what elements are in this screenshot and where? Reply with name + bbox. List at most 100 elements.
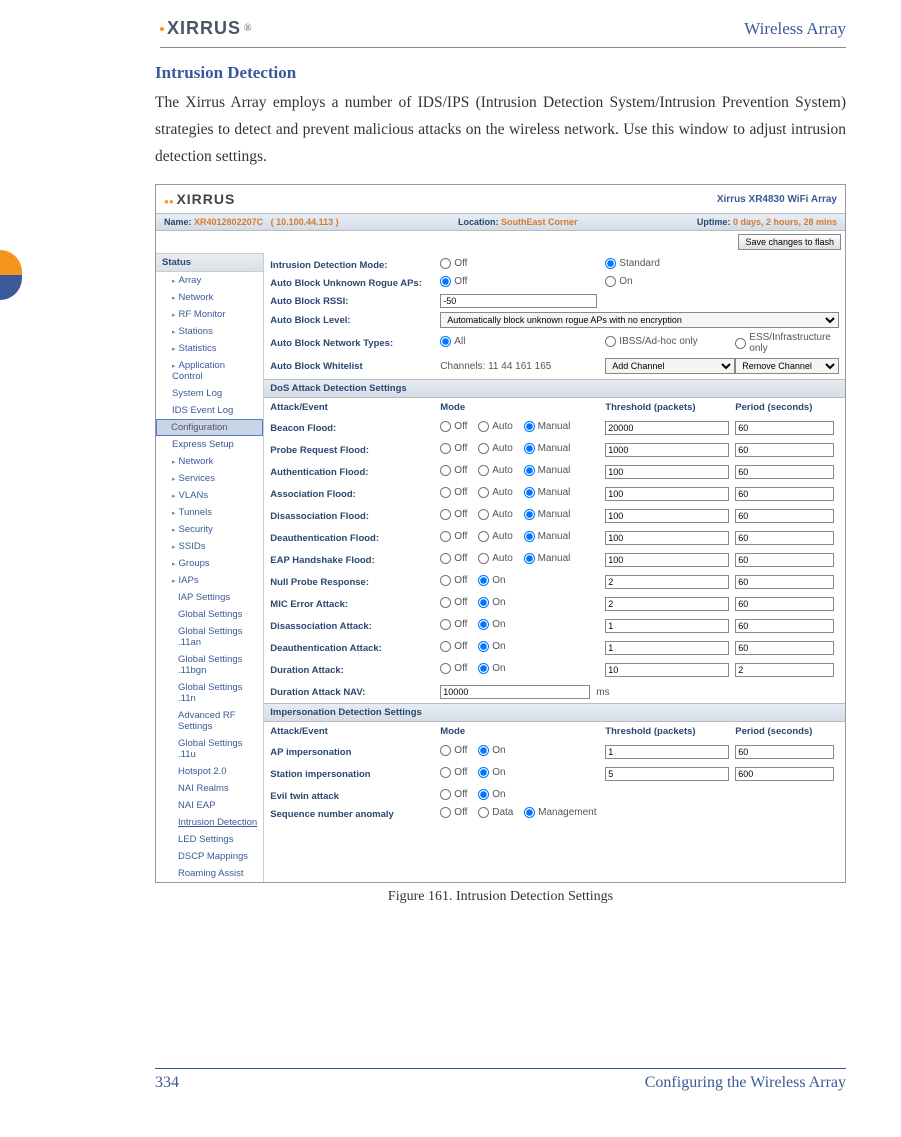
dos-auto[interactable]: Auto — [478, 531, 513, 542]
imp-period-input[interactable] — [735, 767, 834, 781]
dos-off[interactable]: Off — [440, 597, 467, 608]
dos-period-input[interactable] — [735, 641, 834, 655]
dos-off[interactable]: Off — [440, 509, 467, 520]
dos-threshold-input[interactable] — [605, 575, 729, 589]
sidebar-item[interactable]: RF Monitor — [156, 306, 263, 323]
sidebar-subitem[interactable]: Roaming Assist — [156, 865, 263, 882]
dos-off[interactable]: Off — [440, 421, 467, 432]
dos-off[interactable]: Off — [440, 531, 467, 542]
dos-threshold-input[interactable] — [605, 619, 729, 633]
dos-threshold-input[interactable] — [605, 421, 729, 435]
imp-off[interactable]: Off — [440, 767, 467, 778]
dos-auto[interactable]: Auto — [478, 553, 513, 564]
dos-on[interactable]: On — [478, 619, 505, 630]
sidebar-item[interactable]: Application Control — [156, 357, 263, 385]
sidebar-item[interactable]: System Log — [156, 385, 263, 402]
imp-on[interactable]: On — [478, 767, 505, 778]
dos-manual[interactable]: Manual — [524, 465, 571, 476]
sidebar-item[interactable]: Network — [156, 453, 263, 470]
dos-manual[interactable]: Manual — [524, 421, 571, 432]
seq-data[interactable]: Data — [478, 807, 513, 818]
dos-period-input[interactable] — [735, 509, 834, 523]
dos-on[interactable]: On — [478, 641, 505, 652]
sidebar-item[interactable]: IDS Event Log — [156, 402, 263, 419]
dos-threshold-input[interactable] — [605, 663, 729, 677]
sidebar-item[interactable]: Array — [156, 272, 263, 289]
dos-auto[interactable]: Auto — [478, 421, 513, 432]
dos-on[interactable]: On — [478, 575, 505, 586]
sidebar-item[interactable]: Express Setup — [156, 436, 263, 453]
sidebar-item[interactable]: VLANs — [156, 487, 263, 504]
dos-manual[interactable]: Manual — [524, 509, 571, 520]
dos-period-input[interactable] — [735, 597, 834, 611]
dos-threshold-input[interactable] — [605, 465, 729, 479]
sidebar-subitem[interactable]: Global Settings — [156, 606, 263, 623]
sidebar-subitem[interactable]: Global Settings .11u — [156, 735, 263, 763]
auto-block-off[interactable]: Off — [440, 276, 467, 287]
seq-mgmt[interactable]: Management — [524, 807, 596, 818]
dos-threshold-input[interactable] — [605, 531, 729, 545]
dos-period-input[interactable] — [735, 663, 834, 677]
dos-auto[interactable]: Auto — [478, 509, 513, 520]
ids-mode-off[interactable]: Off — [440, 258, 467, 269]
nav-input[interactable] — [440, 685, 590, 699]
net-all[interactable]: All — [440, 336, 465, 347]
dos-manual[interactable]: Manual — [524, 553, 571, 564]
net-ibss[interactable]: IBSS/Ad-hoc only — [605, 336, 697, 347]
save-button[interactable]: Save changes to flash — [738, 234, 841, 250]
sidebar-subitem[interactable]: Global Settings .11n — [156, 679, 263, 707]
dos-off[interactable]: Off — [440, 487, 467, 498]
sidebar-subitem[interactable]: DSCP Mappings — [156, 848, 263, 865]
net-ess[interactable]: ESS/Infrastructure only — [735, 332, 831, 354]
dos-threshold-input[interactable] — [605, 597, 729, 611]
sidebar-item[interactable]: Tunnels — [156, 504, 263, 521]
dos-on[interactable]: On — [478, 597, 505, 608]
sidebar-subitem[interactable]: Global Settings .11bgn — [156, 651, 263, 679]
dos-auto[interactable]: Auto — [478, 465, 513, 476]
dos-period-input[interactable] — [735, 421, 834, 435]
dos-off[interactable]: Off — [440, 663, 467, 674]
dos-on[interactable]: On — [478, 663, 505, 674]
dos-threshold-input[interactable] — [605, 641, 729, 655]
sidebar-subitem[interactable]: Global Settings .11an — [156, 623, 263, 651]
dos-off[interactable]: Off — [440, 575, 467, 586]
sidebar-item[interactable]: Stations — [156, 323, 263, 340]
dos-period-input[interactable] — [735, 487, 834, 501]
sidebar-item[interactable]: Security — [156, 521, 263, 538]
dos-threshold-input[interactable] — [605, 443, 729, 457]
sidebar-subitem[interactable]: LED Settings — [156, 831, 263, 848]
add-channel-select[interactable]: Add Channel — [605, 358, 735, 374]
imp-threshold-input[interactable] — [605, 745, 729, 759]
sidebar-subitem[interactable]: Advanced RF Settings — [156, 707, 263, 735]
remove-channel-select[interactable]: Remove Channel — [735, 358, 839, 374]
dos-period-input[interactable] — [735, 553, 834, 567]
imp-off[interactable]: Off — [440, 745, 467, 756]
evil-on[interactable]: On — [478, 789, 505, 800]
dos-manual[interactable]: Manual — [524, 443, 571, 454]
sidebar-item[interactable]: Statistics — [156, 340, 263, 357]
imp-period-input[interactable] — [735, 745, 834, 759]
dos-off[interactable]: Off — [440, 465, 467, 476]
evil-off[interactable]: Off — [440, 789, 467, 800]
dos-manual[interactable]: Manual — [524, 487, 571, 498]
sidebar-item[interactable]: SSIDs — [156, 538, 263, 555]
sidebar-subitem[interactable]: Hotspot 2.0 — [156, 763, 263, 780]
dos-auto[interactable]: Auto — [478, 443, 513, 454]
sidebar-subitem[interactable]: NAI Realms — [156, 780, 263, 797]
dos-period-input[interactable] — [735, 531, 834, 545]
sidebar-subitem[interactable]: NAI EAP — [156, 797, 263, 814]
imp-on[interactable]: On — [478, 745, 505, 756]
dos-period-input[interactable] — [735, 443, 834, 457]
imp-threshold-input[interactable] — [605, 767, 729, 781]
dos-period-input[interactable] — [735, 575, 834, 589]
dos-auto[interactable]: Auto — [478, 487, 513, 498]
rssi-input[interactable] — [440, 294, 597, 308]
sidebar-item[interactable]: Network — [156, 289, 263, 306]
sidebar-item[interactable]: Groups — [156, 555, 263, 572]
dos-threshold-input[interactable] — [605, 509, 729, 523]
dos-off[interactable]: Off — [440, 443, 467, 454]
ids-mode-standard[interactable]: Standard — [605, 258, 660, 269]
dos-off[interactable]: Off — [440, 641, 467, 652]
sidebar-subitem[interactable]: IAP Settings — [156, 589, 263, 606]
level-select[interactable]: Automatically block unknown rogue APs wi… — [440, 312, 839, 328]
